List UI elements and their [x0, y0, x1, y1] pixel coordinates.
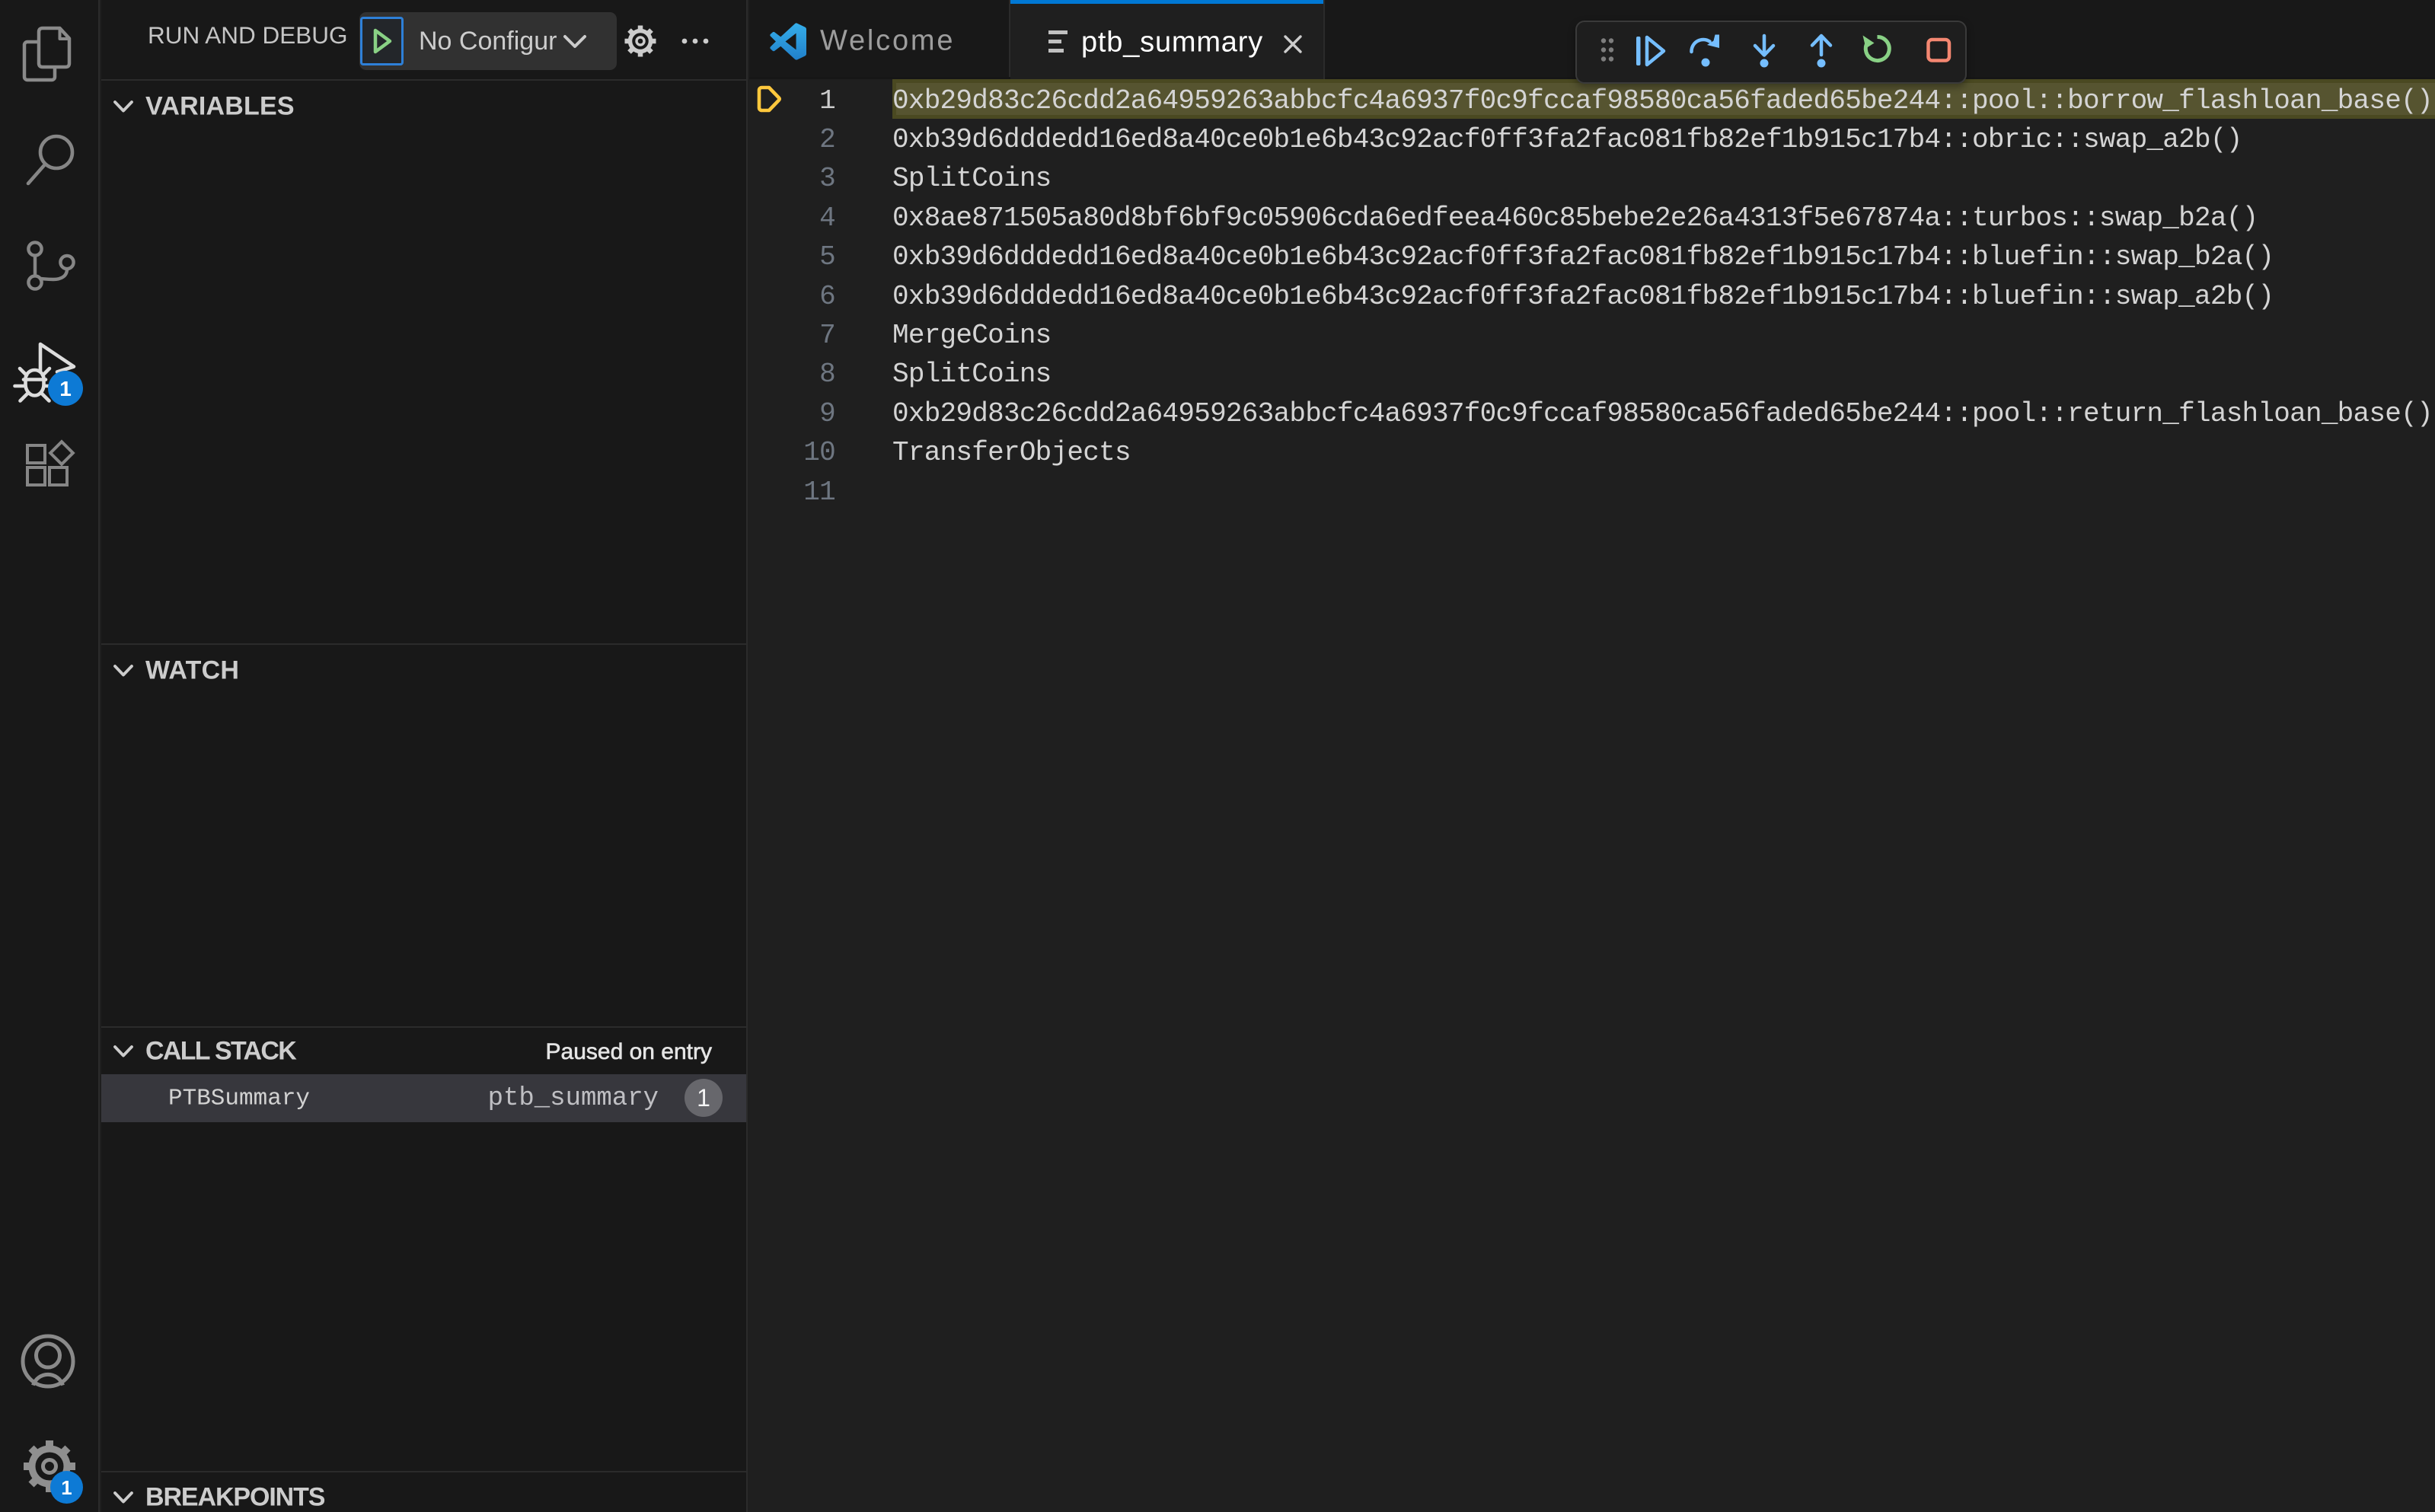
svg-text:1: 1	[61, 1476, 72, 1499]
svg-text:1: 1	[59, 377, 72, 400]
